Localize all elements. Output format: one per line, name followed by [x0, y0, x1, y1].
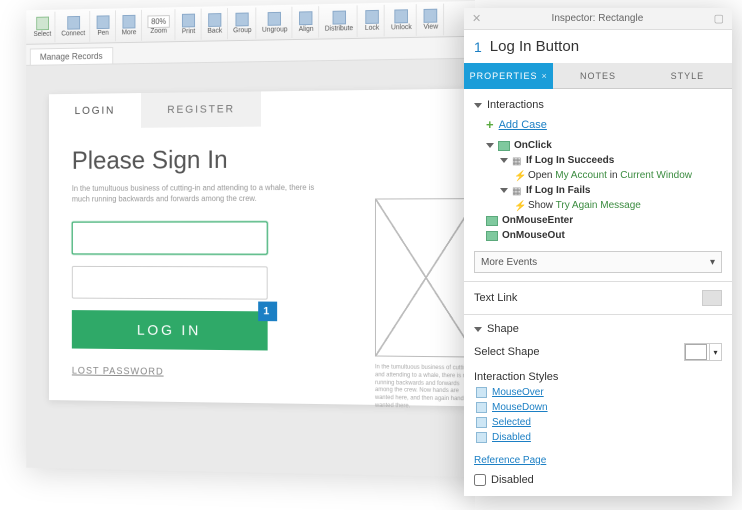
event-icon — [486, 231, 498, 241]
action-open[interactable]: ⚡Open My Account in Current Window — [486, 168, 722, 183]
tool-group[interactable]: Group — [229, 7, 256, 39]
tool-pen[interactable]: Pen — [92, 10, 116, 41]
style-icon — [476, 387, 487, 398]
interaction-styles-list: MouseOver MouseDown Selected Disabled — [474, 383, 722, 451]
tool-distribute[interactable]: Distribute — [321, 5, 358, 37]
tab-notes[interactable]: NOTES — [553, 63, 642, 89]
bolt-icon: ⚡ — [514, 171, 524, 181]
tool-more[interactable]: More — [117, 9, 141, 40]
section-shape[interactable]: Shape — [474, 319, 722, 339]
event-icon — [486, 216, 498, 226]
tool-zoom[interactable]: 80%Zoom — [143, 9, 175, 41]
chevron-down-icon: ▾ — [710, 257, 715, 268]
select-shape-label: Select Shape — [474, 346, 539, 358]
tool-select[interactable]: Select — [30, 11, 56, 42]
heading: Please Sign In — [72, 142, 471, 175]
login-card: LOGIN REGISTER Please Sign In In the tum… — [49, 88, 475, 407]
subheading: In the tumultuous business of cutting-in… — [72, 182, 315, 205]
add-case[interactable]: +Add Case — [474, 115, 722, 138]
chevron-down-icon: ▾ — [709, 344, 721, 360]
inspector-panel: ✕ Inspector: Rectangle ▢ 1 Log In Button… — [464, 8, 732, 496]
login-button-label: LOG IN — [137, 322, 201, 339]
tab-style[interactable]: STYLE — [643, 63, 732, 89]
style-icon — [476, 417, 487, 428]
tool-back[interactable]: Back — [203, 8, 227, 40]
action-show[interactable]: ⚡Show Try Again Message — [486, 198, 722, 213]
style-selected[interactable]: Selected — [476, 415, 722, 430]
case-icon: ▦ — [512, 156, 522, 166]
image-caption: In the tumultuous business of cutting-in… — [375, 364, 475, 412]
widget-index: 1 — [474, 39, 482, 55]
style-icon — [476, 432, 487, 443]
style-mouseover[interactable]: MouseOver — [476, 385, 722, 400]
tool-connect[interactable]: Connect — [58, 10, 90, 41]
design-canvas: Select Connect Pen More 80%Zoom Print Ba… — [26, 0, 475, 478]
interaction-tree: OnClick ▦If Log In Succeeds ⚡Open My Acc… — [474, 138, 722, 243]
tab-properties[interactable]: PROPERTIES× — [464, 63, 553, 89]
interaction-styles-label: Interaction Styles — [474, 365, 722, 383]
event-icon — [498, 141, 510, 151]
text-link-button[interactable] — [702, 290, 722, 306]
inspector-titlebar[interactable]: ✕ Inspector: Rectangle ▢ — [464, 8, 732, 30]
section-interactions[interactable]: Interactions — [474, 95, 722, 115]
case-icon: ▦ — [512, 186, 522, 196]
username-input[interactable] — [72, 222, 268, 255]
event-onmouseout[interactable]: OnMouseOut — [486, 228, 722, 243]
tool-print[interactable]: Print — [177, 8, 201, 40]
shape-swatch — [685, 344, 707, 360]
more-events-dropdown[interactable]: More Events▾ — [474, 251, 722, 273]
tab-close-icon[interactable]: × — [541, 71, 547, 81]
footnote-badge[interactable]: 1 — [258, 302, 277, 322]
plus-icon: + — [486, 117, 494, 132]
widget-name[interactable]: Log In Button — [490, 38, 579, 55]
tool-unlock[interactable]: Unlock — [387, 4, 417, 36]
tool-lock[interactable]: Lock — [360, 4, 385, 36]
case-succeeds[interactable]: ▦If Log In Succeeds — [486, 153, 722, 168]
page-icon[interactable]: ▢ — [714, 12, 724, 25]
page-surface: LOGIN REGISTER Please Sign In In the tum… — [26, 58, 475, 478]
tool-align[interactable]: Align — [294, 6, 319, 38]
tool-view[interactable]: View — [419, 3, 444, 35]
style-disabled[interactable]: Disabled — [476, 430, 722, 445]
event-onclick[interactable]: OnClick — [486, 138, 722, 153]
tab-login[interactable]: LOGIN — [49, 93, 141, 129]
style-icon — [476, 402, 487, 413]
disabled-label: Disabled — [491, 474, 534, 486]
tool-ungroup[interactable]: Ungroup — [258, 6, 292, 38]
inspector-title: Inspector: Rectangle — [552, 13, 644, 24]
reference-page-link[interactable]: Reference Page — [474, 451, 722, 470]
case-fails[interactable]: ▦If Log In Fails — [486, 183, 722, 198]
password-input[interactable] — [72, 266, 268, 300]
select-shape-dropdown[interactable]: ▾ — [684, 343, 722, 361]
login-button[interactable]: LOG IN 1 — [72, 310, 268, 350]
file-tab-active[interactable]: Manage Records — [30, 47, 113, 65]
image-placeholder[interactable] — [375, 198, 475, 357]
bolt-icon: ⚡ — [514, 201, 524, 211]
tab-register[interactable]: REGISTER — [141, 91, 261, 127]
disabled-checkbox-row[interactable]: Disabled — [474, 470, 722, 490]
style-mousedown[interactable]: MouseDown — [476, 400, 722, 415]
event-onmouseenter[interactable]: OnMouseEnter — [486, 213, 722, 228]
text-link-row[interactable]: Text Link — [474, 286, 722, 310]
close-icon[interactable]: ✕ — [472, 12, 481, 25]
disabled-checkbox[interactable] — [474, 474, 486, 486]
